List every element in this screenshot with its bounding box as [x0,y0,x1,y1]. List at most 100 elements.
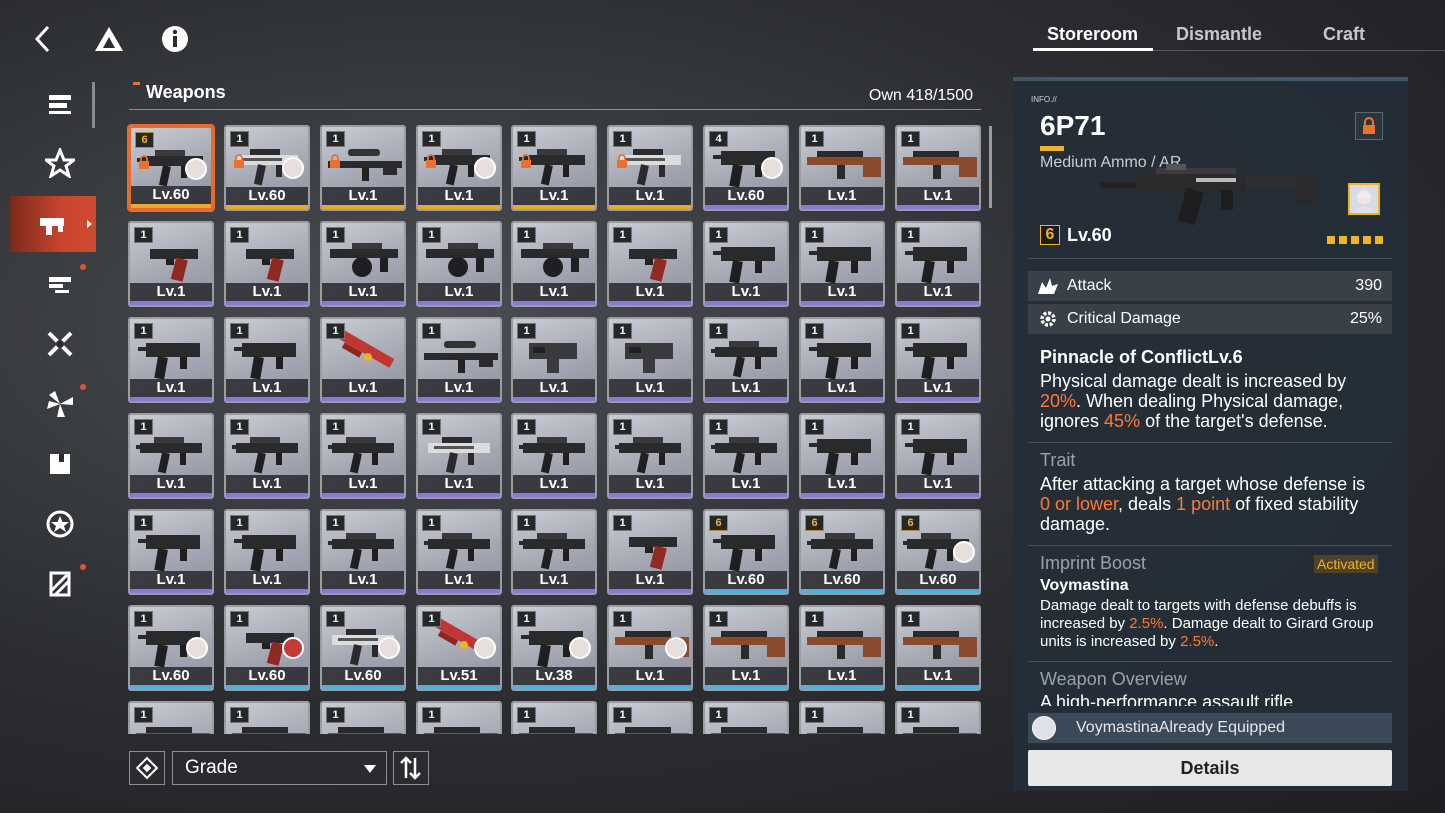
weapon-card[interactable]: 1 Lv.1 [416,413,502,499]
tab-dismantle[interactable]: Dismantle [1176,24,1262,45]
sidebar-item-storage-box[interactable] [28,436,92,492]
lock-icon [617,154,627,168]
info-button[interactable] [158,22,192,56]
grid-scrollbar[interactable] [989,126,992,208]
rarity-strip [513,397,595,401]
weapon-card[interactable]: 6 Lv.60 [895,509,981,595]
weapon-card[interactable]: 1 Lv.60 [224,605,310,691]
weapon-card[interactable]: 1 Lv.1 [128,317,214,403]
weapon-card[interactable]: 1 Lv.1 [128,221,214,307]
weapon-card[interactable]: 1 [703,701,789,734]
weapon-level: Lv.1 [130,475,212,493]
weapon-card[interactable]: 1 Lv.1 [128,413,214,499]
tab-storeroom[interactable]: Storeroom [1047,24,1138,45]
weapon-card[interactable]: 1 Lv.1 [799,125,885,211]
avatar [569,637,591,659]
sidebar-item-tools[interactable] [28,316,92,372]
weapon-card[interactable]: 1 [895,701,981,734]
weapon-card[interactable]: 1 Lv.1 [511,413,597,499]
back-button[interactable] [26,22,60,56]
weapon-card[interactable]: 1 Lv.60 [224,125,310,211]
weapon-card[interactable]: 1 Lv.38 [511,605,597,691]
weapon-card[interactable]: 1 Lv.1 [895,605,981,691]
weapon-card[interactable]: 1 Lv.1 [320,317,406,403]
weapon-card[interactable]: 1 [607,701,693,734]
weapon-card[interactable]: 1 Lv.1 [511,221,597,307]
weapon-card[interactable]: 1 Lv.1 [895,317,981,403]
weapon-card[interactable]: 1 Lv.1 [607,317,693,403]
details-button[interactable]: Details [1028,750,1392,786]
weapon-card[interactable]: 1 Lv.1 [511,509,597,595]
weapon-card[interactable]: 6 Lv.60 [703,509,789,595]
weapon-card[interactable]: 1 Lv.1 [607,125,693,211]
weapon-card[interactable]: 1 Lv.1 [799,413,885,499]
weapon-level: Lv.1 [322,475,404,493]
weapon-level: Lv.1 [705,667,787,685]
skin-icon [49,571,71,597]
weapon-card[interactable]: 1 Lv.1 [799,317,885,403]
weapon-card[interactable]: 1 Lv.1 [224,413,310,499]
lock-toggle[interactable] [1355,112,1383,140]
weapon-card[interactable]: 1 Lv.1 [703,221,789,307]
sidebar-item-weapon[interactable] [10,196,96,252]
weapon-card[interactable]: 1 Lv.1 [703,413,789,499]
sidebar-item-star-circle[interactable] [28,496,92,552]
sidebar-item-fan[interactable] [28,376,92,432]
avatar [1032,716,1056,740]
weapon-card[interactable]: 1 [320,701,406,734]
equipped-doll-avatar[interactable] [1348,183,1380,215]
weapon-card[interactable]: 1 Lv.1 [703,317,789,403]
weapon-card[interactable]: 1 Lv.1 [416,221,502,307]
weapon-card[interactable]: 1 Lv.1 [607,413,693,499]
filter-button[interactable] [129,751,165,785]
weapon-card[interactable]: 1 Lv.1 [128,509,214,595]
weapon-level: Lv.1 [226,283,308,301]
weapon-card[interactable]: 1 Lv.60 [128,605,214,691]
weapon-card[interactable]: 1 Lv.1 [416,317,502,403]
weapon-card[interactable]: 1 Lv.1 [416,125,502,211]
weapon-card[interactable]: 1 Lv.1 [607,221,693,307]
weapon-card[interactable]: 1 [511,701,597,734]
weapon-card[interactable]: 1 Lv.1 [895,413,981,499]
weapon-card[interactable]: 1 [416,701,502,734]
weapon-card[interactable]: 1 Lv.1 [799,221,885,307]
weapon-card[interactable]: 6 Lv.60 [799,509,885,595]
weapon-card[interactable]: 1 Lv.1 [320,221,406,307]
weapon-card[interactable]: 1 Lv.1 [511,317,597,403]
weapon-card[interactable]: 1 Lv.1 [320,413,406,499]
weapon-level: Lv.1 [801,475,883,493]
weapon-card[interactable]: 1 Lv.1 [416,509,502,595]
sidebar-item-attachment[interactable] [28,256,92,312]
weapon-card[interactable]: 1 Lv.51 [416,605,502,691]
home-button[interactable] [92,22,126,56]
tab-craft[interactable]: Craft [1323,24,1365,45]
weapon-card[interactable]: 1 Lv.1 [895,125,981,211]
sidebar-item-list-menu[interactable] [28,76,92,132]
weapon-card[interactable]: 1 Lv.1 [703,605,789,691]
sort-order-button[interactable] [393,751,429,785]
weapon-card[interactable]: 1 Lv.1 [895,221,981,307]
weapon-card[interactable]: 1 [128,701,214,734]
weapon-card[interactable]: 1 Lv.1 [799,605,885,691]
rarity-strip [226,301,308,305]
weapon-card[interactable]: 1 Lv.1 [224,317,310,403]
rank-badge: 1 [901,707,920,723]
sort-dropdown[interactable]: Grade [172,751,387,785]
weapon-card[interactable]: 1 Lv.1 [607,605,693,691]
weapon-card[interactable]: 4 Lv.60 [703,125,789,211]
weapon-card[interactable]: 1 Lv.60 [320,605,406,691]
sidebar-item-skin[interactable] [28,556,92,612]
weapon-card[interactable]: 1 Lv.1 [511,125,597,211]
equipped-by-row[interactable]: VoymastinaAlready Equipped [1028,713,1392,743]
rarity-strip [130,685,212,689]
weapon-card[interactable]: 1 Lv.1 [320,125,406,211]
weapon-card[interactable]: 6 Lv.60 [128,125,214,211]
weapon-card[interactable]: 1 Lv.1 [320,509,406,595]
weapon-card[interactable]: 1 Lv.1 [224,221,310,307]
rarity-strip [513,205,595,209]
weapon-card[interactable]: 1 [224,701,310,734]
weapon-card[interactable]: 1 Lv.1 [224,509,310,595]
sidebar-item-star-emblem[interactable] [28,135,92,191]
weapon-card[interactable]: 1 [799,701,885,734]
weapon-card[interactable]: 1 Lv.1 [607,509,693,595]
